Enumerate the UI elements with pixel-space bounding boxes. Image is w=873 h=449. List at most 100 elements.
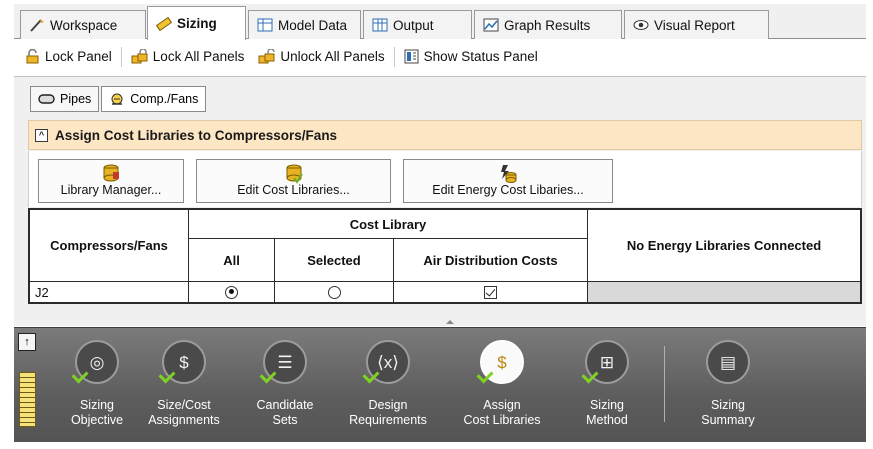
all-radio[interactable] [225, 285, 238, 299]
compressor-icon [111, 93, 123, 105]
dock-item-label: Design Requirements [349, 398, 427, 427]
dock-item-label: Sizing Summary [701, 398, 755, 427]
show-status-panel-label: Show Status Panel [423, 49, 538, 64]
all-radio-cell [189, 282, 275, 302]
pipe-icon [38, 94, 55, 104]
icon-glyph: $ [497, 352, 507, 372]
subtab-label: Comp./Fans [130, 92, 199, 106]
clipboard-icon: ▤ [706, 340, 750, 384]
unlock-all-icon [258, 49, 276, 64]
icon-glyph: ◎ [89, 352, 105, 372]
tab-label: Sizing [177, 16, 217, 31]
sizing-wizard-dock: ↑ ◎ Sizing Objective $ Size/Cost Assignmen… [14, 327, 866, 442]
header-label: No Energy Libraries Connected [626, 238, 822, 253]
edit-energy-cost-libraries-button[interactable]: Edit Energy Cost Libaries... [403, 159, 613, 203]
header-air-distribution-costs: Air Distribution Costs [394, 239, 588, 282]
subtab-pipes[interactable]: Pipes [30, 86, 100, 112]
subtab-comp-fans[interactable]: Comp./Fans [101, 86, 207, 112]
cost-library-icon [286, 164, 303, 184]
header-label: Cost Library [349, 216, 427, 232]
selected-radio[interactable] [327, 285, 341, 299]
pin-glyph: ↑ [24, 336, 30, 348]
visual-report-icon [633, 18, 649, 32]
tab-workspace[interactable]: Workspace [20, 10, 146, 39]
icon-glyph: $ [179, 352, 189, 372]
energy-library-cell [588, 282, 860, 302]
dock-item-sizing-method[interactable]: ⊞ Sizing Method [564, 336, 650, 438]
pin-icon[interactable]: ↑ [18, 333, 36, 351]
tab-label: Model Data [278, 17, 348, 33]
sizing-icon [155, 16, 173, 31]
chevron-up-icon: ^ [38, 129, 45, 140]
icon-glyph: ⊞ [599, 352, 615, 372]
tab-output[interactable]: Output [363, 10, 472, 39]
edit-cost-libraries-label: Edit Cost Libraries... [237, 183, 350, 197]
model-data-icon [257, 18, 273, 32]
tab-label: Visual Report [654, 17, 735, 33]
header-energy-libraries: No Energy Libraries Connected [588, 210, 860, 282]
sizing-content-panel: Pipes Comp./Fans ^ Assign Cost Libraries… [14, 76, 866, 326]
header-all: All [189, 239, 275, 282]
tab-label: Output [393, 17, 434, 33]
tab-sizing[interactable]: Sizing [147, 6, 246, 40]
dock-item-sizing-summary[interactable]: ▤ Sizing Summary [685, 336, 771, 438]
collapse-toggle-button[interactable]: ^ [35, 128, 48, 142]
panel-toolbar: Lock Panel Lock All Panels Unlock All Pa… [14, 40, 866, 73]
row-label: J2 [35, 284, 49, 300]
section-header: ^ Assign Cost Libraries to Compressors/F… [28, 120, 862, 150]
tab-visual-report[interactable]: Visual Report [624, 10, 769, 39]
dock-item-label: Assign Cost Libraries [463, 398, 541, 427]
icon-glyph: ⟨x⟩ [377, 352, 399, 372]
lock-all-panels-label: Lock All Panels [152, 49, 245, 64]
library-manager-button[interactable]: Library Manager... [38, 159, 184, 203]
tab-model-data[interactable]: Model Data [248, 10, 361, 39]
header-label: Air Distribution Costs [423, 252, 558, 268]
edit-energy-cost-libaries-label: Edit Energy Cost Libaries... [432, 183, 584, 197]
dock-item-candidate-sets[interactable]: ☰ Candidate Sets [242, 336, 328, 438]
library-manager-icon [103, 164, 119, 182]
library-button-row: Library Manager... Edit Cost Libraries..… [28, 151, 862, 207]
panel-splitter-handle[interactable] [446, 320, 454, 324]
icon-glyph: ☰ [277, 352, 293, 372]
dock-item-design-requirements[interactable]: ⟨x⟩ Design Requirements [345, 336, 431, 438]
dock-item-sizing-objective[interactable]: ◎ Sizing Objective [54, 336, 140, 438]
dock-item-label: Sizing Objective [70, 398, 124, 427]
energy-cost-icon [501, 165, 517, 183]
lock-all-panels-button[interactable]: Lock All Panels [124, 49, 252, 64]
header-label: Selected [307, 252, 361, 268]
edit-cost-libraries-button[interactable]: Edit Cost Libraries... [196, 159, 391, 203]
graph-results-icon [483, 18, 499, 32]
dock-item-size-cost-assignments[interactable]: $ Size/Cost Assignments [141, 336, 227, 438]
header-cost-library: Cost Library [189, 210, 588, 239]
show-status-panel-button[interactable]: Show Status Panel [397, 49, 545, 64]
dock-item-label: Candidate Sets [256, 398, 314, 427]
icon-glyph: ▤ [719, 352, 737, 372]
library-manager-label: Library Manager... [60, 183, 162, 197]
header-label: Compressors/Fans [50, 238, 168, 253]
dock-item-label: Sizing Method [586, 398, 628, 427]
subtab-label: Pipes [60, 92, 92, 106]
table-row-name: J2 [30, 282, 189, 302]
air-distribution-cell [394, 282, 588, 302]
application-window: Workspace Sizing Model Data Output Graph… [0, 0, 873, 449]
header-compressors-fans: Compressors/Fans [30, 210, 189, 282]
unlock-all-panels-label: Unlock All Panels [280, 49, 385, 64]
dock-divider [664, 346, 665, 422]
unlock-all-panels-button[interactable]: Unlock All Panels [251, 49, 391, 64]
air-distribution-checkbox[interactable] [484, 285, 497, 299]
toolbar-divider [393, 46, 395, 67]
dock-item-assign-cost-libraries[interactable]: $ Assign Cost Libraries [459, 336, 545, 438]
lock-panel-button[interactable]: Lock Panel [18, 49, 119, 64]
workspace-icon [29, 18, 45, 32]
selected-radio-cell [275, 282, 394, 302]
main-tab-strip: Workspace Sizing Model Data Output Graph… [14, 4, 866, 40]
output-icon [372, 18, 388, 32]
tab-graph-results[interactable]: Graph Results [474, 10, 622, 39]
header-label: All [223, 252, 240, 268]
toolbar-divider [120, 46, 122, 67]
cost-library-table: Compressors/Fans Cost Library All Select… [28, 208, 862, 304]
section-title: Assign Cost Libraries to Compressors/Fan… [55, 127, 338, 143]
ruler-icon[interactable] [19, 372, 36, 427]
tab-label: Graph Results [504, 17, 591, 33]
sub-tab-strip: Pipes Comp./Fans [30, 86, 207, 112]
